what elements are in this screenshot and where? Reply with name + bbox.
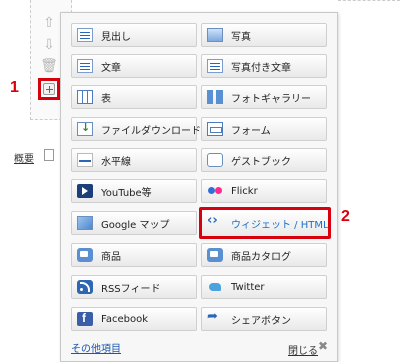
menu-item-label: Twitter bbox=[231, 281, 265, 293]
add-item-button[interactable] bbox=[38, 78, 60, 100]
print-icon[interactable] bbox=[44, 149, 54, 161]
guestbook-icon bbox=[207, 153, 223, 167]
menu-item-label: ファイルダウンロード bbox=[101, 125, 201, 137]
menu-item-file-download[interactable]: ファイルダウンロード bbox=[71, 117, 201, 141]
trash-icon[interactable]: 🗑 bbox=[40, 57, 58, 75]
menu-item-photo-text[interactable]: 写真付き文章 bbox=[201, 54, 327, 78]
table-icon bbox=[77, 90, 93, 104]
product-icon bbox=[77, 248, 93, 262]
menu-item-product-catalog[interactable]: 商品カタログ bbox=[201, 243, 327, 267]
menu-item-label: 水平線 bbox=[101, 156, 131, 168]
photo-gallery-icon bbox=[207, 90, 223, 104]
menu-item-label: 商品カタログ bbox=[231, 251, 291, 263]
photo-text-icon bbox=[207, 59, 223, 73]
close-icon[interactable]: ✖ bbox=[318, 339, 328, 353]
menu-item-label: 文章 bbox=[101, 62, 121, 74]
menu-item-form[interactable]: フォーム bbox=[201, 117, 327, 141]
menu-item-label: ゲストブック bbox=[231, 156, 291, 168]
callout-2: 2 bbox=[341, 208, 350, 225]
menu-item-text[interactable]: 文章 bbox=[71, 54, 197, 78]
menu-item-guestbook[interactable]: ゲストブック bbox=[201, 148, 327, 172]
menu-item-label: Google マップ bbox=[101, 219, 170, 231]
menu-item-facebook[interactable]: Facebook bbox=[71, 307, 197, 331]
text-icon bbox=[77, 59, 93, 73]
menu-item-label: フォトギャラリー bbox=[231, 93, 311, 105]
callout-1: 1 bbox=[10, 79, 19, 96]
menu-item-label: YouTube等 bbox=[101, 187, 152, 199]
other-items-link[interactable]: その他項目 bbox=[71, 340, 121, 355]
flickr-icon bbox=[207, 184, 223, 198]
form-icon bbox=[207, 122, 223, 136]
menu-item-label: フォーム bbox=[231, 125, 271, 137]
menu-item-label: ウィジェット / HTML bbox=[231, 219, 329, 231]
menu-item-label: 写真付き文章 bbox=[231, 62, 291, 74]
photo-icon bbox=[207, 28, 223, 42]
menu-item-label: Flickr bbox=[231, 185, 258, 197]
menu-item-photo-gallery[interactable]: フォトギャラリー bbox=[201, 85, 327, 109]
facebook-icon bbox=[77, 311, 93, 326]
rss-icon bbox=[77, 280, 93, 294]
menu-item-google-map[interactable]: Google マップ bbox=[71, 211, 197, 235]
menu-item-widget-html[interactable]: ウィジェット / HTML bbox=[199, 207, 331, 239]
twitter-icon bbox=[207, 280, 223, 294]
horizontal-line-icon bbox=[77, 153, 93, 167]
summary-link[interactable]: 概要 bbox=[14, 150, 34, 165]
heading-icon bbox=[77, 28, 93, 42]
menu-item-product[interactable]: 商品 bbox=[71, 243, 197, 267]
menu-item-label: 表 bbox=[101, 93, 111, 105]
add-item-menu: 見出し 写真 文章 写真付き文章 表 フォトギャラリー ファイルダウンロード フ… bbox=[60, 12, 338, 362]
menu-item-youtube[interactable]: YouTube等 bbox=[71, 179, 197, 203]
move-up-icon[interactable]: ⇧ bbox=[40, 14, 58, 32]
map-icon bbox=[77, 216, 93, 230]
file-download-icon bbox=[77, 121, 93, 136]
menu-item-heading[interactable]: 見出し bbox=[71, 23, 197, 47]
menu-item-table[interactable]: 表 bbox=[71, 85, 197, 109]
menu-item-twitter[interactable]: Twitter bbox=[201, 275, 327, 299]
move-down-icon[interactable]: ⇩ bbox=[40, 36, 58, 54]
menu-item-label: 見出し bbox=[101, 31, 131, 43]
menu-item-flickr[interactable]: Flickr bbox=[201, 179, 327, 203]
menu-item-photo[interactable]: 写真 bbox=[201, 23, 327, 47]
menu-item-share-button[interactable]: シェアボタン bbox=[201, 307, 327, 331]
widget-icon bbox=[207, 213, 223, 230]
share-icon bbox=[207, 309, 223, 326]
menu-item-label: シェアボタン bbox=[231, 315, 291, 327]
menu-item-rss[interactable]: RSSフィード bbox=[71, 275, 197, 299]
menu-item-horizontal-line[interactable]: 水平線 bbox=[71, 148, 197, 172]
menu-item-label: 商品 bbox=[101, 251, 121, 263]
close-link[interactable]: 閉じる bbox=[288, 342, 318, 357]
youtube-icon bbox=[77, 184, 93, 198]
plus-icon bbox=[43, 83, 55, 95]
menu-item-label: RSSフィード bbox=[101, 283, 161, 295]
editor-area-edge bbox=[338, 0, 400, 120]
menu-item-label: 写真 bbox=[231, 31, 251, 43]
catalog-icon bbox=[207, 248, 223, 262]
menu-item-label: Facebook bbox=[101, 313, 148, 325]
